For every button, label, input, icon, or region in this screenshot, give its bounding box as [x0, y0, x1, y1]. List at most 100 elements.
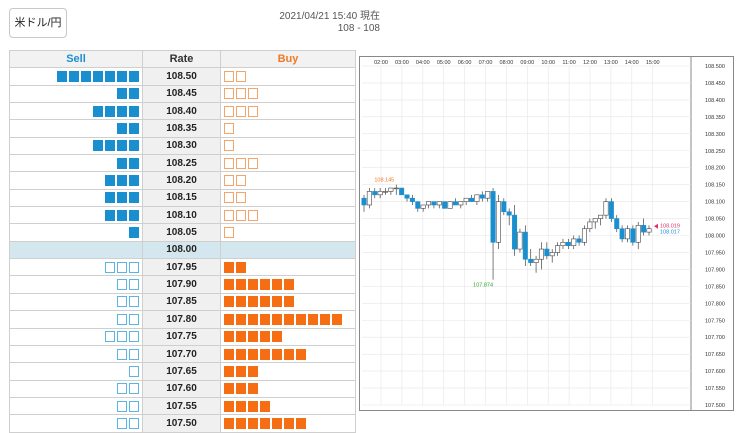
candle-body: [533, 258, 539, 263]
buy-position-block: [260, 296, 270, 308]
sell-cell: [9, 258, 143, 277]
price-tick-label: 107.700: [705, 335, 725, 341]
candle-body: [436, 201, 442, 206]
rate-cell: 107.95: [142, 258, 221, 277]
buy-position-block: [248, 279, 258, 291]
rate-cell: 108.35: [142, 119, 221, 138]
candle-body: [474, 194, 480, 202]
book-row: 107.80: [9, 310, 356, 329]
buy-position-block: [224, 400, 234, 412]
buy-position-block: [284, 348, 294, 360]
sell-cell: [9, 396, 143, 416]
time-tick-label: 10:00: [541, 60, 555, 66]
candle-body: [630, 228, 636, 243]
sell-position-block: [117, 71, 127, 83]
sell-position-block: [129, 140, 139, 152]
sell-position-block: [81, 71, 91, 83]
candle-body: [603, 201, 609, 216]
book-row: 107.85: [9, 292, 356, 312]
candle-body: [641, 225, 647, 233]
time-tick-label: 06:00: [458, 60, 472, 66]
buy-cell: [220, 292, 356, 312]
buy-order-block: [248, 157, 258, 169]
sell-position-block: [105, 71, 115, 83]
buy-order-block: [224, 88, 234, 100]
buy-position-block: [248, 365, 258, 377]
price-tick-label: 107.600: [705, 369, 725, 375]
book-row: 107.95: [9, 258, 356, 277]
candle-body: [646, 228, 652, 233]
buy-position-block: [260, 279, 270, 291]
rate-cell: 108.25: [142, 154, 221, 173]
buy-order-block: [236, 157, 246, 169]
sell-cell: [9, 206, 143, 225]
price-tick-label: 108.400: [705, 98, 725, 104]
sell-position-block: [117, 140, 127, 152]
time-tick-label: 04:00: [416, 60, 430, 66]
candle-body: [608, 201, 614, 219]
buy-order-block: [224, 123, 234, 135]
buy-cell: [220, 171, 356, 190]
time-tick-label: 02:00: [374, 60, 388, 66]
buy-position-block: [332, 313, 342, 325]
buy-cell: [220, 379, 356, 398]
sell-order-block: [117, 331, 127, 343]
buy-position-block: [248, 348, 258, 360]
sell-position-block: [93, 105, 103, 117]
buy-position-block: [236, 348, 246, 360]
buy-position-block: [236, 400, 246, 412]
buy-position-block: [284, 313, 294, 325]
candle-body: [538, 248, 544, 260]
buy-position-block: [272, 313, 282, 325]
buy-cell: [220, 414, 356, 433]
sell-cell: [9, 154, 143, 173]
candle-body: [560, 241, 566, 246]
sell-order-block: [129, 261, 139, 273]
buy-order-block: [236, 209, 246, 221]
buy-order-block: [224, 227, 234, 239]
buy-position-block: [236, 365, 246, 377]
book-row: 107.75: [9, 327, 356, 346]
price-tick-label: 108.050: [705, 217, 725, 223]
buy-position-block: [224, 348, 234, 360]
time-tick-label: 07:00: [479, 60, 493, 66]
price-tick-label: 107.750: [705, 318, 725, 324]
book-row: 108.00: [9, 240, 356, 260]
candle-body: [388, 187, 394, 192]
sell-position-block: [117, 88, 127, 100]
sell-cell: [9, 414, 143, 433]
update-info: 2021/04/21 15:40 現在 108 - 108: [230, 11, 380, 35]
sell-order-block: [117, 383, 127, 395]
sell-cell: [9, 188, 143, 208]
buy-cell: [220, 275, 356, 294]
high-price-label: 108.145: [374, 178, 394, 184]
time-tick-label: 05:00: [437, 60, 451, 66]
candle-body: [512, 214, 518, 250]
price-range: 108 - 108: [337, 23, 380, 34]
candle-body: [361, 197, 367, 206]
buy-order-block: [224, 175, 234, 187]
buy-order-block: [236, 192, 246, 204]
book-row: 108.35: [9, 119, 356, 138]
buy-order-block: [224, 209, 234, 221]
buy-cell: [220, 258, 356, 277]
rate-cell: 108.30: [142, 136, 221, 156]
time-tick-label: 11:00: [562, 60, 575, 66]
sell-cell: [9, 292, 143, 312]
buy-position-block: [260, 400, 270, 412]
sell-order-block: [105, 331, 115, 343]
buy-position-block: [248, 313, 258, 325]
candle-body: [517, 231, 523, 250]
sell-order-block: [117, 261, 127, 273]
sell-cell: [9, 327, 143, 346]
sell-order-block: [129, 383, 139, 395]
buy-position-block: [224, 279, 234, 291]
currency-pair-select[interactable]: 米ドル/円: [9, 8, 67, 38]
order-book-body: 108.50 108.45 108.40 108.35 108.30 108.25 108.…: [9, 67, 356, 433]
buy-position-block: [236, 383, 246, 395]
candle-body: [393, 187, 399, 190]
buy-cell: [220, 362, 356, 381]
sell-position-block: [93, 71, 103, 83]
sell-cell: [9, 379, 143, 398]
price-tick-label: 108.100: [705, 200, 725, 206]
